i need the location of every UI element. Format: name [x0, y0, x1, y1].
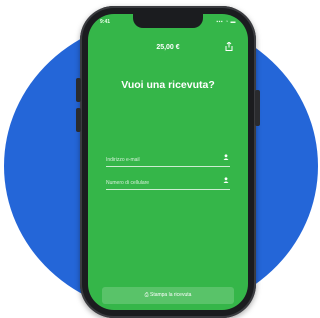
status-time: 9:41 [100, 19, 111, 25]
volume-down-button [76, 108, 81, 132]
person-icon [223, 154, 229, 162]
volume-up-button [76, 78, 81, 102]
person-icon [223, 177, 229, 185]
phone-number-input[interactable] [106, 177, 216, 189]
status-icons: ▪▪▪ ◔ ▬ [216, 19, 236, 25]
email-field[interactable] [106, 154, 230, 167]
power-button [255, 90, 260, 126]
email-input[interactable] [106, 154, 216, 166]
share-icon[interactable] [225, 41, 233, 53]
notch [133, 14, 203, 28]
phone-number-field[interactable] [106, 177, 230, 190]
print-receipt-button[interactable]: ⎙ Stampa la ricevuta [102, 287, 234, 304]
amount-title: 25,00 € [156, 44, 180, 51]
phone-screen: 9:41 ▪▪▪ ◔ ▬ 25,00 € Vuoi una ricevuta? … [88, 14, 248, 310]
receipt-question-heading: Vuoi una ricevuta? [121, 79, 215, 91]
